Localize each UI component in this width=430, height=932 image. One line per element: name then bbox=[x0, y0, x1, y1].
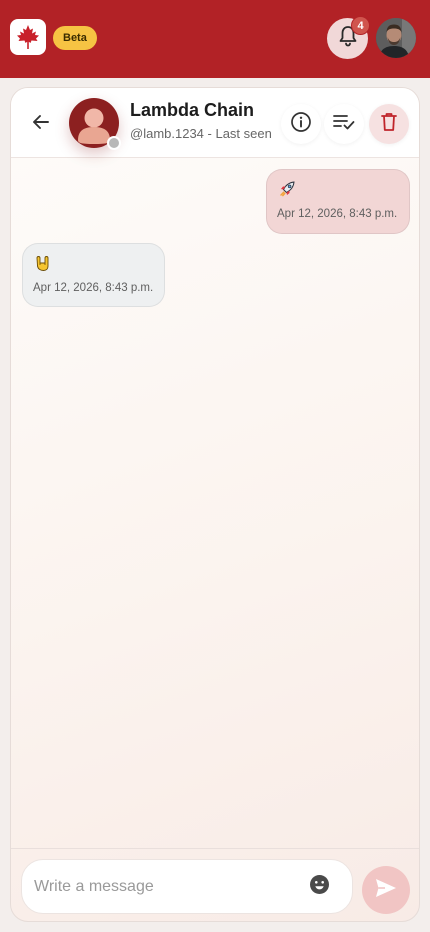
outgoing-message-bubble[interactable]: Apr 12, 2026, 8:43 p.m. bbox=[266, 169, 410, 234]
emoji-picker-button[interactable] bbox=[308, 874, 330, 900]
trash-icon bbox=[379, 111, 399, 138]
contact-handle-last-seen: @lamb.1234 - Last seen bbox=[130, 126, 272, 141]
message-input[interactable] bbox=[34, 872, 304, 902]
emoji-icon bbox=[309, 874, 330, 900]
rocket-icon bbox=[278, 180, 296, 198]
back-button[interactable] bbox=[27, 110, 55, 138]
delete-chat-button[interactable] bbox=[369, 104, 409, 144]
notification-count-badge: 4 bbox=[351, 16, 370, 35]
message-composer bbox=[11, 848, 419, 921]
user-avatar[interactable] bbox=[376, 18, 416, 58]
chat-panel: Lambda Chain @lamb.1234 - Last seen Apr … bbox=[10, 87, 420, 922]
playlist-check-icon bbox=[332, 111, 356, 138]
message-input-container bbox=[21, 859, 353, 914]
offline-status-indicator bbox=[107, 136, 121, 150]
info-button[interactable] bbox=[281, 104, 321, 144]
message-timestamp: Apr 12, 2026, 8:43 p.m. bbox=[277, 208, 398, 220]
maple-leaf-icon[interactable] bbox=[10, 19, 46, 55]
incoming-message-bubble[interactable]: Apr 12, 2026, 8:43 p.m. bbox=[22, 243, 165, 307]
rock-on-hand-icon bbox=[34, 254, 52, 272]
message-timestamp: Apr 12, 2026, 8:43 p.m. bbox=[33, 282, 154, 294]
arrow-left-icon bbox=[31, 112, 51, 137]
app-header: Beta 4 bbox=[0, 0, 430, 78]
select-messages-button[interactable] bbox=[324, 104, 364, 144]
info-icon bbox=[290, 111, 312, 138]
send-icon bbox=[374, 877, 398, 904]
beta-badge: Beta bbox=[53, 26, 97, 50]
chat-header: Lambda Chain @lamb.1234 - Last seen bbox=[11, 88, 419, 158]
contact-name: Lambda Chain bbox=[130, 100, 255, 120]
send-button[interactable] bbox=[362, 866, 410, 914]
